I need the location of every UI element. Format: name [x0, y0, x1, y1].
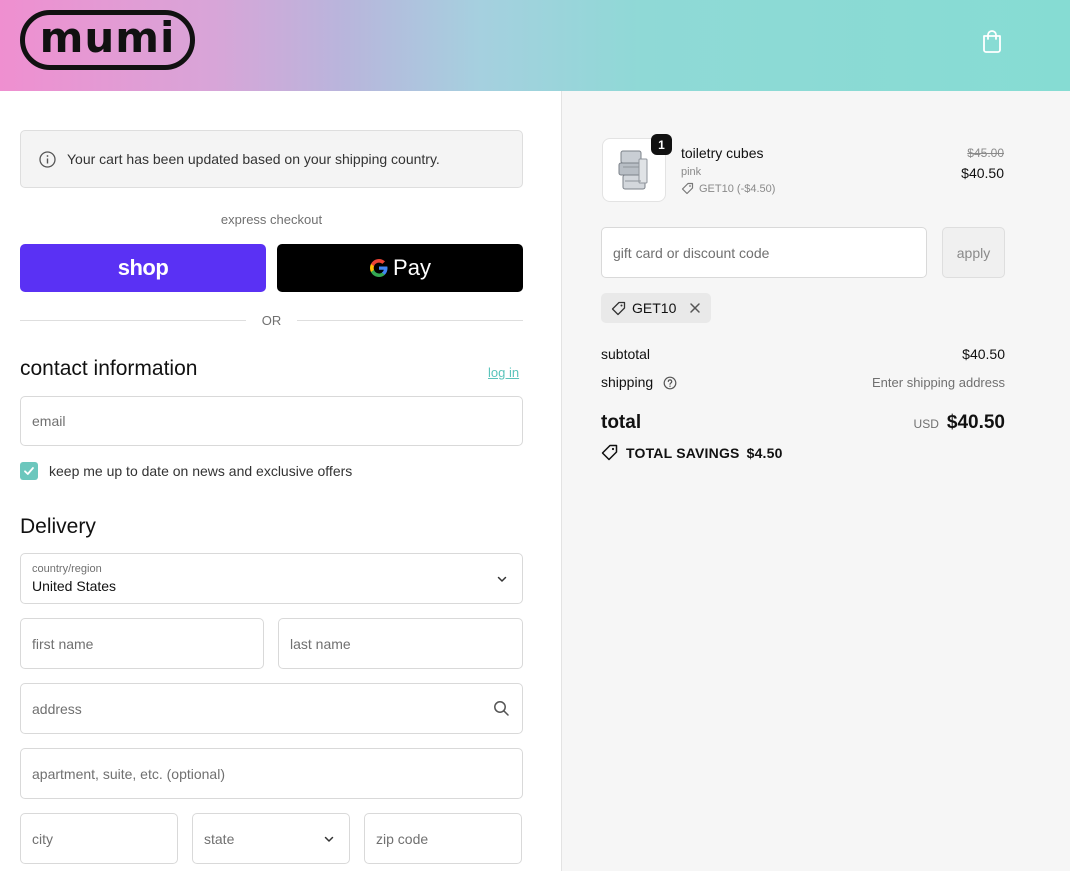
log-in-link[interactable]: log in	[488, 365, 519, 380]
product-discount: GET10 (-$4.50)	[681, 182, 775, 195]
product-discount-text: GET10 (-$4.50)	[699, 182, 776, 195]
divider-line	[297, 319, 523, 321]
shop-pay-label: shop	[117, 255, 169, 280]
newsletter-checkbox[interactable]	[20, 462, 38, 480]
close-icon[interactable]	[689, 302, 701, 314]
tag-icon	[681, 182, 694, 195]
divider-line	[20, 319, 246, 321]
state-select[interactable]: state	[192, 813, 350, 864]
currency-code: USD	[913, 417, 939, 431]
info-icon	[39, 150, 56, 168]
header: mumi	[0, 0, 1070, 91]
product-name: toiletry cubes	[681, 145, 764, 161]
shipping-value: Enter shipping address	[872, 374, 1005, 390]
address-placeholder: address	[32, 700, 82, 717]
order-summary-column: 1 toiletry cubes pink GET10 (-$4.50) $45…	[561, 91, 1070, 871]
shop-pay-button[interactable]: shop	[20, 244, 266, 292]
shopping-bag-icon[interactable]	[980, 28, 1004, 54]
country-label: country/region	[32, 563, 102, 575]
zip-placeholder: zip code	[376, 830, 429, 847]
zip-code-field[interactable]: zip code	[364, 813, 522, 864]
shipping-label-group: shipping	[601, 374, 677, 390]
first-name-field[interactable]: first name	[20, 618, 264, 669]
chevron-down-icon	[324, 836, 334, 842]
savings-value: $4.50	[746, 444, 783, 461]
shipping-row: shipping Enter shipping address	[601, 374, 1005, 390]
city-field[interactable]: city	[20, 813, 178, 864]
total-label: total	[601, 412, 642, 433]
discounted-price: $40.50	[961, 165, 1004, 181]
email-field[interactable]: email	[20, 396, 523, 446]
quantity-badge: 1	[651, 134, 672, 155]
email-placeholder: email	[32, 413, 66, 429]
subtotal-row: subtotal $40.50	[601, 346, 1005, 362]
google-g-icon	[370, 259, 388, 277]
address-field[interactable]: address	[20, 683, 523, 734]
help-circle-icon[interactable]	[663, 376, 677, 390]
chevron-down-icon	[497, 576, 507, 582]
state-placeholder: state	[204, 830, 235, 847]
total-savings: TOTAL SAVINGS $4.50	[601, 444, 783, 461]
tag-icon	[611, 301, 626, 315]
subtotal-label: subtotal	[601, 346, 651, 362]
google-pay-button[interactable]: Pay	[277, 244, 523, 292]
contact-information-title: contact information	[20, 357, 198, 380]
applied-code: GET10	[632, 300, 677, 316]
or-text: OR	[261, 312, 282, 328]
mumi-logo[interactable]: mumi	[20, 10, 195, 70]
shipping-label: shipping	[601, 374, 654, 390]
or-divider: OR	[20, 311, 523, 329]
discount-code-input[interactable]: gift card or discount code	[601, 227, 927, 278]
cart-updated-notice: Your cart has been updated based on your…	[20, 130, 523, 188]
notice-text: Your cart has been updated based on your…	[67, 151, 440, 167]
express-checkout-label: express checkout	[220, 212, 323, 227]
total-value: $40.50	[946, 412, 1005, 433]
first-name-placeholder: first name	[32, 635, 94, 652]
apply-button[interactable]: apply	[942, 227, 1005, 278]
country-select[interactable]: country/region United States	[20, 553, 523, 604]
newsletter-opt-in: keep me up to date on news and exclusive…	[20, 462, 352, 480]
logo-text: mumi	[39, 13, 176, 62]
checkmark-icon	[24, 467, 34, 475]
subtotal-value: $40.50	[962, 346, 1005, 362]
total-row: total USD $40.50	[601, 412, 1005, 434]
original-price: $45.00	[967, 146, 1004, 160]
product-variant: pink	[681, 166, 702, 178]
total-amount: USD $40.50	[914, 412, 1005, 434]
tag-icon	[601, 444, 618, 461]
last-name-field[interactable]: last name	[278, 618, 523, 669]
google-pay-label: Pay	[393, 255, 431, 280]
country-value: United States	[32, 578, 117, 594]
discount-code-placeholder: gift card or discount code	[613, 244, 770, 261]
delivery-title: Delivery	[20, 515, 96, 538]
checkout-form-column: Your cart has been updated based on your…	[0, 91, 561, 871]
city-placeholder: city	[32, 830, 53, 847]
newsletter-label: keep me up to date on news and exclusive…	[49, 463, 353, 479]
apartment-field[interactable]: apartment, suite, etc. (optional)	[20, 748, 523, 799]
applied-discount-chip: GET10	[601, 293, 712, 323]
last-name-placeholder: last name	[290, 635, 351, 652]
search-icon	[494, 701, 509, 716]
apartment-placeholder: apartment, suite, etc. (optional)	[32, 765, 225, 782]
savings-label: TOTAL SAVINGS	[626, 444, 740, 461]
